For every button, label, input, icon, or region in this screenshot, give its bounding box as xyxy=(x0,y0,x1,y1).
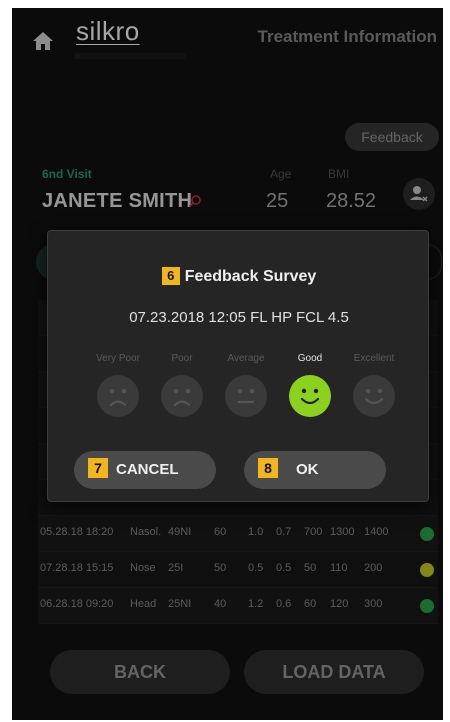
rating-label: Average xyxy=(227,353,265,364)
ok-button[interactable]: 8 OK xyxy=(244,451,386,489)
rating-option[interactable]: Very Poor xyxy=(86,353,150,418)
rating-label: Good xyxy=(297,353,323,364)
rating-option[interactable]: Excellent xyxy=(342,353,406,418)
cancel-label: CANCEL xyxy=(116,461,179,478)
sad-face-icon xyxy=(161,375,203,417)
rating-options: Very Poor Poor Average Good Excellent xyxy=(86,353,406,423)
dialog-title-text: Feedback Survey xyxy=(184,268,317,285)
rating-option[interactable]: Average xyxy=(214,353,278,418)
dialog-subtitle: 07.23.2018 12:05 FL HP FCL 4.5 xyxy=(129,309,349,326)
smile-face-icon xyxy=(353,375,395,417)
dialog-title: 6 Feedback Survey xyxy=(48,267,430,286)
rating-option[interactable]: Poor xyxy=(150,353,214,418)
feedback-survey-dialog: 6 Feedback Survey 07.23.2018 12:05 FL HP … xyxy=(47,230,429,502)
neutral-face-icon xyxy=(225,375,267,417)
rating-option[interactable]: Good xyxy=(278,353,342,418)
app-screen: silkro Treatment Information Feedback 6n… xyxy=(12,8,443,720)
ok-label: OK xyxy=(296,461,319,478)
rating-label: Poor xyxy=(171,353,193,364)
step-badge: 6 xyxy=(161,267,180,285)
rating-label: Very Poor xyxy=(96,353,140,364)
sad-face-icon xyxy=(97,375,139,417)
cancel-button[interactable]: 7 CANCEL xyxy=(74,451,216,489)
step-badge: 7 xyxy=(88,458,108,478)
smile-face-icon xyxy=(289,375,331,417)
rating-label: Excellent xyxy=(353,353,395,364)
step-badge: 8 xyxy=(258,458,278,478)
